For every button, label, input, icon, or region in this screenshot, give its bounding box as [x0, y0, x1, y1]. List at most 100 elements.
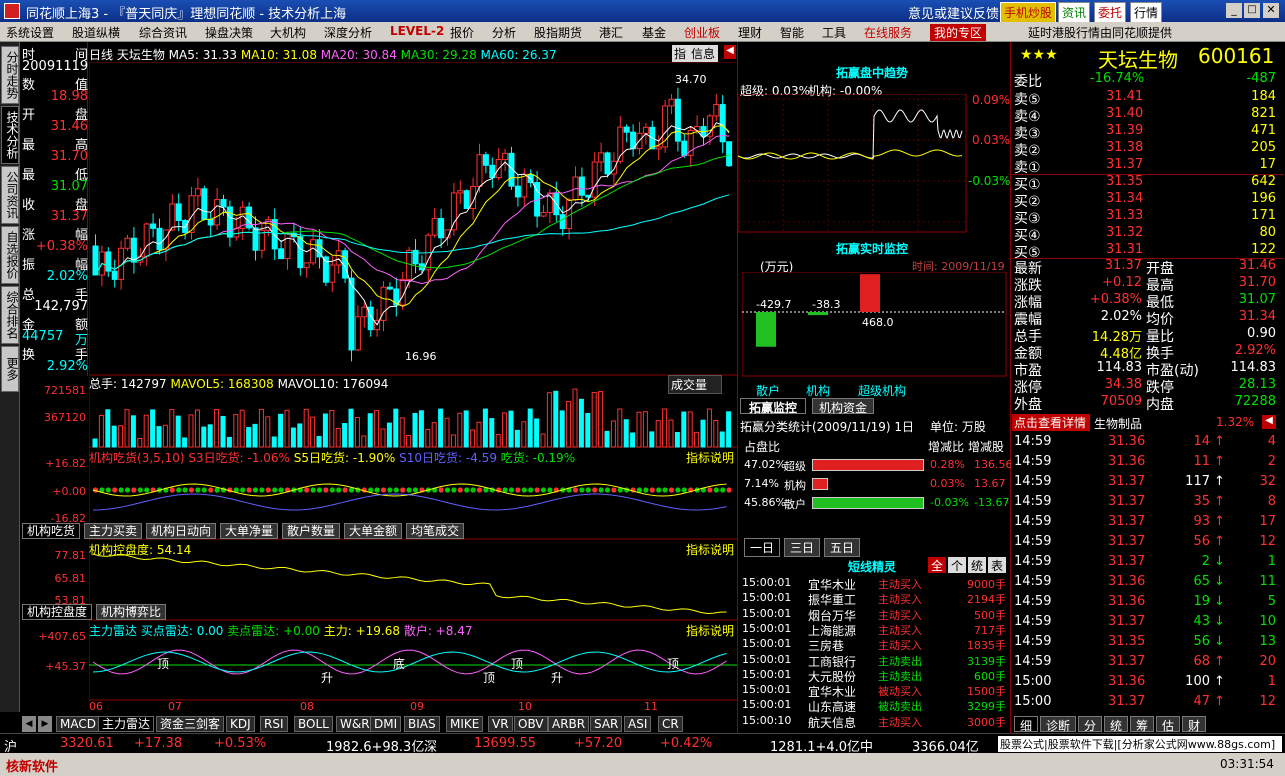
feedback-link[interactable]: 意见或建议反馈: [908, 3, 999, 22]
period-tab[interactable]: 五日: [824, 538, 861, 557]
volume-tick-1: 721581: [44, 384, 86, 397]
menu-funds[interactable]: 基金: [642, 24, 666, 41]
menu-level2[interactable]: LEVEL-2: [390, 24, 444, 38]
menu-news[interactable]: 综合资讯: [139, 24, 187, 41]
menu-system-settings[interactable]: 系统设置: [6, 24, 54, 41]
ind1-explain-button[interactable]: 指标说明: [686, 449, 734, 466]
ind1-tab[interactable]: 散户数量: [282, 523, 341, 539]
menu-hk[interactable]: 港汇: [599, 24, 623, 41]
order-button[interactable]: 委托: [1094, 2, 1127, 23]
menu-smart[interactable]: 智能: [780, 24, 804, 41]
quote-tab[interactable]: 分: [1078, 716, 1103, 733]
indicator-tab[interactable]: BIAS: [404, 716, 440, 732]
menu-trading-decision[interactable]: 操盘决策: [205, 24, 253, 41]
minimize-icon[interactable]: _: [1226, 3, 1242, 18]
scroll-right-icon[interactable]: ▶: [38, 716, 52, 732]
close-icon[interactable]: ✕: [1263, 3, 1279, 18]
quote-tab[interactable]: 统: [1104, 716, 1129, 733]
elf-stock[interactable]: 航天信息: [808, 714, 856, 731]
ind2-tab[interactable]: 机构控盘度: [22, 604, 93, 620]
indicator-tab[interactable]: MACD: [56, 716, 100, 732]
tab-monitor[interactable]: 拓赢监控: [740, 398, 807, 415]
menu-tools[interactable]: 工具: [822, 24, 846, 41]
mobile-trade-button[interactable]: 手机炒股: [1000, 2, 1057, 23]
menu-deep-analysis[interactable]: 深度分析: [324, 24, 372, 41]
elf-filter-button[interactable]: 表: [988, 557, 1006, 573]
indicator-tab[interactable]: OBV: [514, 716, 548, 732]
ind1-tab[interactable]: 主力买卖: [84, 523, 143, 539]
menu-index-futures[interactable]: 股指期货: [534, 24, 582, 41]
indicator-tab[interactable]: RSI: [260, 716, 288, 732]
volume-selector[interactable]: 成交量: [668, 375, 723, 394]
period-tab[interactable]: 三日: [784, 538, 821, 557]
info-button[interactable]: 信息: [688, 45, 719, 62]
indicator-tab[interactable]: ARBR: [548, 716, 590, 732]
market-button[interactable]: 行情: [1130, 2, 1163, 23]
arrow-up-icon: ↑: [1214, 494, 1225, 509]
indicator-tab[interactable]: VR: [488, 716, 513, 732]
tab-ranking[interactable]: 综合排名: [1, 286, 19, 344]
candle-body: [559, 214, 566, 230]
pointer-button[interactable]: 指: [672, 45, 689, 62]
left-vertical-tabs: 分时走势 技术分析 公司资讯 自选报价 综合排名 更多: [0, 42, 20, 712]
tab-intraday[interactable]: 分时走势: [1, 46, 19, 104]
menu-stock-navigator[interactable]: 股道纵横: [72, 24, 120, 41]
indicator-tab[interactable]: W&R: [336, 716, 374, 732]
ind1-tab[interactable]: 均笔成交: [406, 523, 465, 539]
quote-tab[interactable]: 估: [1156, 716, 1181, 733]
maximize-icon[interactable]: □: [1244, 3, 1260, 18]
menu-big-institution[interactable]: 大机构: [270, 24, 306, 41]
close-panel-icon[interactable]: ◀: [724, 45, 736, 59]
rt-title: 拓赢实时监控: [835, 242, 908, 256]
quote-tab[interactable]: 财: [1182, 716, 1207, 733]
indicator-tab[interactable]: ASI: [624, 716, 652, 732]
indicator-tab[interactable]: KDJ: [226, 716, 255, 732]
quote-tab[interactable]: 细: [1014, 716, 1039, 733]
news-button[interactable]: 资讯: [1058, 2, 1091, 23]
eat-dot: [310, 487, 316, 493]
sector-close-icon[interactable]: ◀: [1262, 415, 1276, 429]
menu-gem[interactable]: 创业板: [684, 24, 720, 41]
elf-filter-button[interactable]: 全: [928, 557, 946, 573]
indicator-tab[interactable]: 资金三剑客: [156, 716, 225, 732]
ad-banner[interactable]: 股票公式|股票软件下载|[分析家公式网www.88gs.com]: [998, 736, 1282, 752]
indicator-tab[interactable]: CR: [658, 716, 683, 732]
tab-company-info[interactable]: 公司资讯: [1, 166, 19, 224]
eat-dot: [169, 487, 175, 493]
indicator-tab[interactable]: DMI: [370, 716, 402, 732]
menu-analysis[interactable]: 分析: [492, 24, 516, 41]
tab-inst-fund[interactable]: 机构资金: [812, 398, 875, 415]
sector-name[interactable]: 生物制品: [1094, 415, 1142, 432]
sh-pct: +0.53%: [214, 736, 267, 751]
ind1-tab[interactable]: 大单净量: [220, 523, 279, 539]
eat-dot: [572, 487, 579, 493]
detail-button[interactable]: 点击查看详情: [1012, 414, 1090, 431]
indicator-tab[interactable]: 主力雷达: [98, 716, 155, 732]
ind2-explain-button[interactable]: 指标说明: [686, 541, 734, 558]
ind2-tab[interactable]: 机构博弈比: [96, 604, 167, 620]
tab-technical[interactable]: 技术分析: [1, 106, 19, 164]
ind3-explain-button[interactable]: 指标说明: [686, 622, 734, 639]
indicator-tab[interactable]: SAR: [590, 716, 623, 732]
elf-time: 15:00:01: [742, 606, 792, 620]
elf-filter-button[interactable]: 个: [948, 557, 966, 573]
candle-body: [316, 239, 323, 258]
menu-my-zone[interactable]: 我的专区: [930, 24, 987, 41]
indicator-tab[interactable]: MIKE: [446, 716, 484, 732]
quote-tab[interactable]: 筹: [1130, 716, 1155, 733]
ind1-tab[interactable]: 机构日动向: [146, 523, 217, 539]
menu-finance[interactable]: 理财: [738, 24, 762, 41]
menu-online-service[interactable]: 在线服务: [864, 24, 912, 41]
quote-tab[interactable]: 诊断: [1040, 716, 1077, 733]
ind1-tab[interactable]: 大单金额: [344, 523, 403, 539]
elf-filter-button[interactable]: 统: [968, 557, 986, 573]
scroll-left-icon[interactable]: ◀: [22, 716, 36, 732]
ma30-label: MA30: 29.28: [400, 48, 477, 62]
tick-volume: 11: [1193, 454, 1210, 469]
tab-watchlist[interactable]: 自选报价: [1, 226, 19, 284]
indicator-tab[interactable]: BOLL: [294, 716, 333, 732]
elf-time: 15:00:01: [742, 698, 792, 712]
menu-quotes[interactable]: 报价: [450, 24, 474, 41]
ind1-tab[interactable]: 机构吃货: [22, 523, 81, 539]
period-tab[interactable]: 一日: [744, 538, 781, 557]
